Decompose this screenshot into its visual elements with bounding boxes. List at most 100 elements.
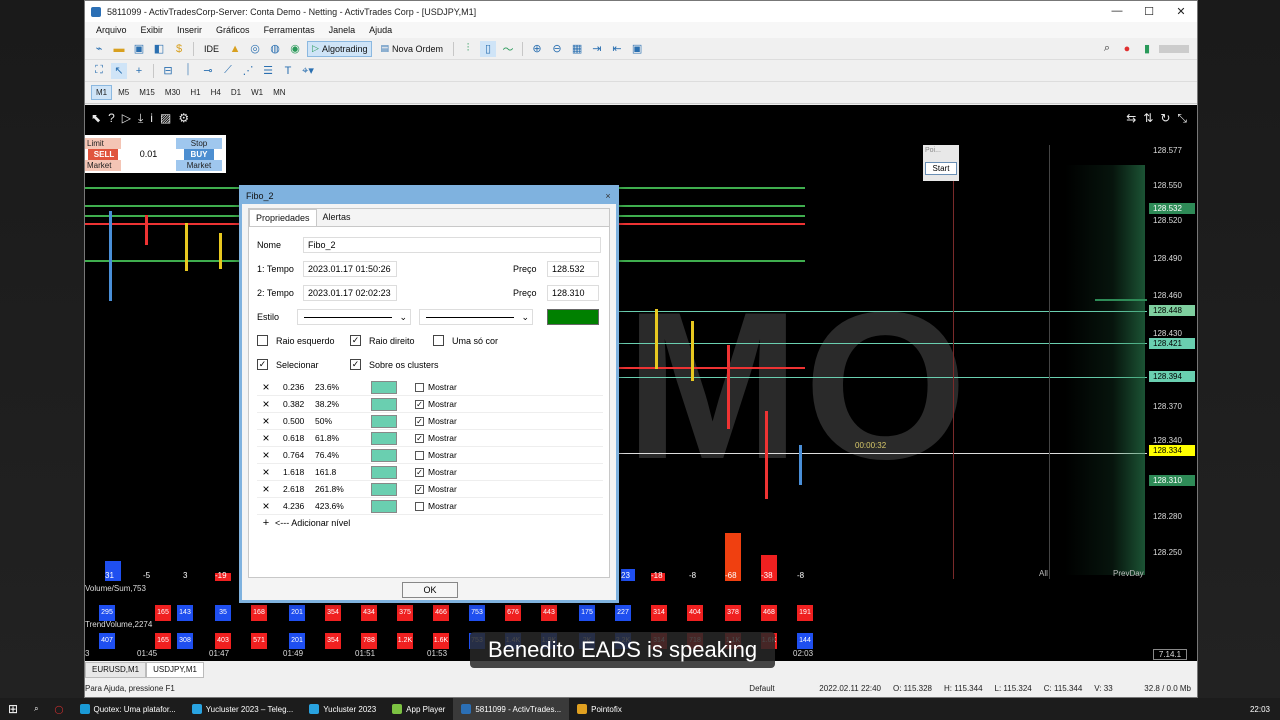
menu-1[interactable]: Exibir [134, 25, 171, 35]
vertical-bar-icon[interactable]: ⏐ [180, 63, 196, 79]
channel-icon[interactable]: ⋰ [240, 63, 256, 79]
select-checkbox[interactable]: ✓ [257, 359, 268, 370]
show-level-checkbox[interactable] [415, 501, 424, 511]
arrows-vertical-icon[interactable]: ⇅ [1143, 111, 1153, 126]
add-level-row[interactable]: + <--- Adicionar nível [257, 517, 351, 529]
level-color-swatch[interactable] [371, 397, 397, 411]
show-level-checkbox[interactable]: ✓ [415, 484, 424, 494]
line-chart-icon[interactable]: 〜 [500, 41, 516, 57]
download-icon[interactable]: ⤓ [138, 111, 143, 126]
over-clusters-checkbox[interactable]: ✓ [350, 359, 361, 370]
price1-input[interactable]: 128.532 [547, 261, 599, 277]
text-icon[interactable]: T [280, 63, 296, 79]
taskbar-item[interactable]: Yucluster 2023 [301, 698, 384, 720]
time1-input[interactable]: 2023.01.17 01:50:26 [303, 261, 397, 277]
level-value[interactable]: 0.764 [283, 450, 315, 460]
search-icon[interactable]: ⌕ [1099, 41, 1115, 57]
grid-icon[interactable]: ▦ [569, 41, 585, 57]
level-description[interactable]: 23.6% [315, 382, 371, 392]
delete-level-icon[interactable]: × [257, 380, 275, 394]
sell-market-button[interactable]: Market [85, 159, 121, 171]
zoom-in-icon[interactable]: ⊕ [529, 41, 545, 57]
level-color-swatch[interactable] [371, 380, 397, 394]
level-value[interactable]: 1.618 [283, 467, 315, 477]
refresh-icon[interactable]: ↻ [1160, 111, 1170, 126]
delete-level-icon[interactable]: × [257, 414, 275, 428]
cursor-icon[interactable]: ↖ [111, 62, 127, 79]
one-color-checkbox[interactable] [433, 335, 444, 346]
poi-input[interactable]: Poi... [923, 145, 959, 160]
price2-input[interactable]: 128.310 [547, 285, 599, 301]
taskbar-clock[interactable]: 22:03 [1250, 705, 1280, 714]
screenshot-icon[interactable]: ▣ [629, 41, 645, 57]
start-button[interactable]: Start [925, 162, 957, 175]
menu-4[interactable]: Ferramentas [257, 25, 322, 35]
show-level-checkbox[interactable]: ✓ [415, 433, 424, 443]
sell-limit-button[interactable]: Limit [85, 137, 121, 149]
show-level-checkbox[interactable]: ✓ [415, 467, 424, 477]
timeframe-m5[interactable]: M5 [114, 86, 133, 99]
time2-input[interactable]: 2023.01.17 02:02:23 [303, 285, 397, 301]
level-value[interactable]: 2.618 [283, 484, 315, 494]
expand-icon[interactable]: ⤡ [1177, 111, 1187, 126]
buy-stop-button[interactable]: Stop [176, 137, 222, 149]
bars-icon[interactable]: ⫶ [460, 41, 476, 57]
globe-icon[interactable]: ◉ [287, 41, 303, 57]
level-value[interactable]: 4.236 [283, 501, 315, 511]
level-value[interactable]: 0.382 [283, 399, 315, 409]
menu-3[interactable]: Gráficos [209, 25, 257, 35]
ray-left-checkbox[interactable] [257, 335, 268, 346]
vps-icon[interactable]: ◍ [267, 41, 283, 57]
horizontal-line-icon[interactable]: ⊸ [200, 63, 216, 79]
level-color-swatch[interactable] [371, 482, 397, 496]
chart-shift-icon[interactable]: ⇤ [609, 41, 625, 57]
opera-icon[interactable]: ◯ [47, 698, 72, 720]
level-description[interactable]: 61.8% [315, 433, 371, 443]
tab-properties[interactable]: Propriedades [249, 209, 317, 226]
delete-level-icon[interactable]: × [257, 499, 275, 513]
tab-usdjpy[interactable]: USDJPY,M1 [146, 662, 204, 678]
signal-icon[interactable]: ◎ [247, 41, 263, 57]
taskbar-item[interactable]: Pointofix [569, 698, 630, 720]
dialog-close-icon[interactable]: × [600, 188, 616, 204]
line-style-select[interactable]: ⌄ [297, 309, 411, 325]
taskbar-item[interactable]: Quotex: Uma platafor... [72, 698, 184, 720]
arrows-horizontal-icon[interactable]: ⇆ [1126, 111, 1136, 126]
timeframe-m15[interactable]: M15 [135, 86, 159, 99]
candles-icon[interactable]: ▯ [480, 40, 497, 57]
level-value[interactable]: 0.618 [283, 433, 315, 443]
timeframe-h1[interactable]: H1 [186, 86, 204, 99]
fibo-icon[interactable]: ☰ [260, 63, 276, 79]
timeframe-w1[interactable]: W1 [247, 86, 267, 99]
level-color-swatch[interactable] [371, 448, 397, 462]
trend-line-icon[interactable]: ⟋ [220, 63, 236, 79]
tab-eurusd[interactable]: EURUSD,M1 [85, 662, 147, 678]
menu-5[interactable]: Janela [322, 25, 363, 35]
menu-2[interactable]: Inserir [170, 25, 209, 35]
level-description[interactable]: 161.8 [315, 467, 371, 477]
new-order-button[interactable]: ▤ Nova Ordem [376, 41, 447, 57]
ray-right-checkbox[interactable]: ✓ [350, 335, 361, 346]
line-width-select[interactable]: ⌄ [419, 309, 533, 325]
start-menu-icon[interactable]: ⊞ [0, 698, 26, 720]
vertical-line-icon[interactable]: ⊟ [160, 63, 176, 79]
taskbar-item[interactable]: Yucluster 2023 – Teleg... [184, 698, 301, 720]
ok-button[interactable]: OK [402, 582, 458, 598]
ide-button[interactable]: IDE [200, 41, 223, 57]
level-color-swatch[interactable] [371, 431, 397, 445]
level-color-swatch[interactable] [371, 499, 397, 513]
timeframe-d1[interactable]: D1 [227, 86, 245, 99]
level-color-swatch[interactable] [371, 465, 397, 479]
level-description[interactable]: 76.4% [315, 450, 371, 460]
color-swatch[interactable] [547, 309, 599, 325]
algotrading-button[interactable]: ▷ Algotrading [307, 40, 373, 57]
market-watch-icon[interactable]: ◧ [151, 41, 167, 57]
menu-0[interactable]: Arquivo [89, 25, 134, 35]
info-icon[interactable]: i [150, 111, 153, 126]
timeframe-mn[interactable]: MN [269, 86, 289, 99]
settings-icon[interactable]: ⚙ [178, 111, 189, 126]
menu-6[interactable]: Ajuda [362, 25, 399, 35]
minimize-button[interactable]: — [1101, 5, 1133, 18]
profiles-icon[interactable]: ▣ [131, 41, 147, 57]
help-icon[interactable]: ? [108, 111, 115, 126]
